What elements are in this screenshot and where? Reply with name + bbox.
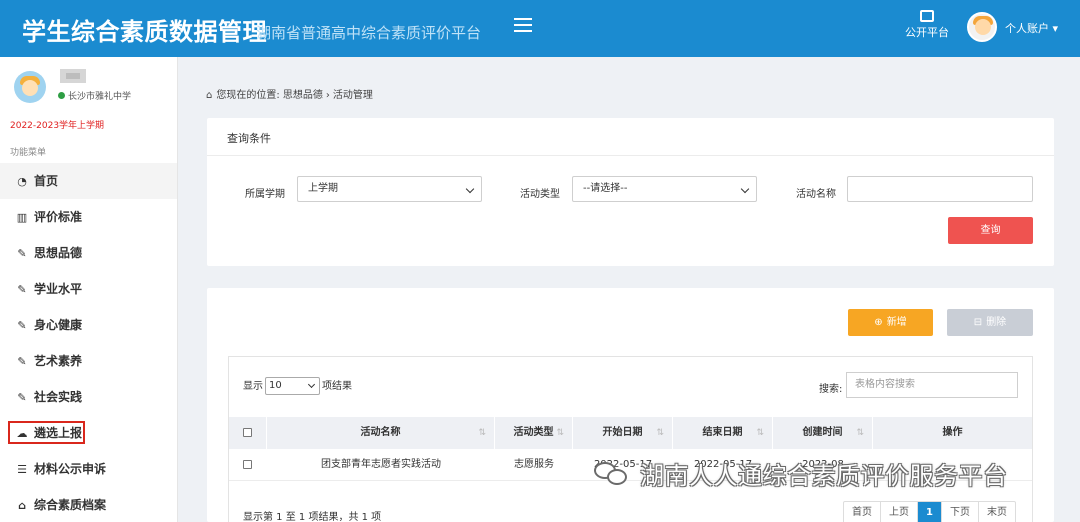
- breadcrumb: ⌂ 您现在的位置: 思想品德 › 活动管理: [206, 90, 373, 101]
- sidebar-item-home[interactable]: ◔ 首页: [0, 163, 177, 199]
- graduation-cap-icon: ⌂: [18, 499, 26, 512]
- sort-icon: ⇅: [856, 428, 864, 438]
- sidebar-item-publicity-appeal[interactable]: ☰ 材料公示申诉: [0, 451, 177, 487]
- app-subtitle: 湖南省普通高中综合素质评价平台: [256, 24, 482, 42]
- sidebar: 长沙市雅礼中学 2022-2023学年上学期 功能菜单 ◔ 首页 ▥ 评价标准 ✎ 思…: [0, 57, 178, 522]
- search-label: 搜索:: [819, 384, 843, 395]
- list-icon: ☰: [17, 463, 27, 476]
- delete-button[interactable]: ⊟ 删除: [947, 309, 1033, 336]
- cell-activity-type: 志愿服务: [514, 459, 554, 470]
- dashboard-icon: ◔: [17, 175, 27, 188]
- col-end-date[interactable]: 结束日期 ⇅: [673, 417, 773, 449]
- sidebar-item-academic[interactable]: ✎ 学业水平: [0, 271, 177, 307]
- user-school: 长沙市雅礼中学: [58, 89, 131, 102]
- table-header: 活动名称 ⇅ 活动类型 ⇅ 开始日期 ⇅ 结束日期 ⇅ 创建时间 ⇅ 操作: [229, 417, 1032, 449]
- page-next[interactable]: 下页: [942, 502, 979, 522]
- sidebar-item-profile-archive[interactable]: ⌂ 综合素质档案: [0, 487, 177, 522]
- menu-title: 功能菜单: [10, 148, 47, 158]
- public-platform-button[interactable]: 公开平台: [902, 10, 952, 40]
- sidebar-item-standards[interactable]: ▥ 评价标准: [0, 199, 177, 235]
- row-checkbox[interactable]: [243, 460, 252, 469]
- sidebar-item-selection-report[interactable]: ☁ 遴选上报: [0, 415, 177, 451]
- edit-icon: ✎: [17, 319, 27, 332]
- public-platform-label: 公开平台: [905, 26, 949, 39]
- col-created-time[interactable]: 创建时间 ⇅: [773, 417, 873, 449]
- pagination: 首页 上页 1 下页 末页: [843, 501, 1016, 522]
- page-length-control: 显示 10 项结果: [243, 377, 352, 395]
- sidebar-item-moral[interactable]: ✎ 思想品德: [0, 235, 177, 271]
- map-icon: ▥: [16, 211, 28, 224]
- add-file-icon: ⊕: [874, 317, 883, 328]
- col-activity-name[interactable]: 活动名称 ⇅: [267, 417, 495, 449]
- edit-icon: ✎: [17, 247, 27, 260]
- menu-toggle-icon[interactable]: [514, 18, 532, 34]
- sort-icon: ⇅: [556, 428, 564, 438]
- select-all-checkbox[interactable]: [243, 428, 252, 437]
- sidebar-item-arts[interactable]: ✎ 艺术素养: [0, 343, 177, 379]
- select-all-cell: [229, 417, 267, 449]
- account-label: 个人账户 ▾: [1005, 22, 1059, 35]
- edit-icon: ✎: [17, 355, 27, 368]
- semester-select[interactable]: 上学期: [297, 176, 482, 202]
- app-title: 学生综合素质数据管理: [22, 18, 267, 46]
- top-header: 学生综合素质数据管理 湖南省普通高中综合素质评价平台 公开平台 个人账户 ▾: [0, 0, 1080, 57]
- chevron-down-icon: [307, 380, 316, 389]
- table-info: 显示第 1 至 1 项结果，共 1 项: [243, 512, 382, 522]
- chevron-down-icon: [465, 184, 475, 194]
- edit-icon: ✎: [17, 391, 27, 404]
- user-avatar: [14, 71, 46, 103]
- blurred-username: [60, 69, 86, 83]
- col-start-date[interactable]: 开始日期 ⇅: [573, 417, 673, 449]
- current-semester: 2022-2023学年上学期: [10, 121, 105, 131]
- monitor-icon: [920, 10, 934, 22]
- col-activity-type[interactable]: 活动类型 ⇅: [495, 417, 573, 449]
- activity-name-input[interactable]: [847, 176, 1033, 202]
- table-wrapper: 显示 10 项结果 搜索: 表格内容搜索 活动名称 ⇅ 活动类型 ⇅ 开始日期 ⇅ 结束日…: [228, 356, 1033, 522]
- query-panel: 查询条件 所属学期 上学期 活动类型 --请选择-- 活动名称 查询: [207, 118, 1054, 266]
- sidebar-item-health[interactable]: ✎ 身心健康: [0, 307, 177, 343]
- avatar: [967, 12, 997, 42]
- chevron-down-icon: [740, 184, 750, 194]
- sort-icon: ⇅: [478, 428, 486, 438]
- wechat-logo-icon: [594, 458, 632, 488]
- sidebar-item-practice[interactable]: ✎ 社会实践: [0, 379, 177, 415]
- query-title: 查询条件: [227, 132, 271, 145]
- online-status-icon: [58, 92, 65, 99]
- activity-type-label: 活动类型: [520, 189, 560, 200]
- page-length-select[interactable]: 10: [265, 377, 320, 395]
- edit-icon: ✎: [17, 283, 27, 296]
- query-button[interactable]: 查询: [948, 217, 1033, 244]
- table-search-input[interactable]: 表格内容搜索: [846, 372, 1018, 398]
- watermark: 湖南人人通综合素质评价服务平台: [594, 456, 1008, 491]
- activity-name-label: 活动名称: [796, 189, 836, 200]
- page-current[interactable]: 1: [918, 502, 942, 522]
- breadcrumb-current: 活动管理: [332, 90, 373, 101]
- page-first[interactable]: 首页: [844, 502, 881, 522]
- col-actions: 操作: [942, 427, 963, 438]
- sort-icon: ⇅: [656, 428, 664, 438]
- activity-type-select[interactable]: --请选择--: [572, 176, 757, 202]
- sort-icon: ⇅: [756, 428, 764, 438]
- sidebar-nav: ◔ 首页 ▥ 评价标准 ✎ 思想品德 ✎ 学业水平 ✎ 身心健康 ✎ 艺术素养 ✎ 社会实践 …: [0, 163, 177, 522]
- page-last[interactable]: 末页: [979, 502, 1015, 522]
- cell-activity-name: 团支部青年志愿者实践活动: [321, 459, 441, 470]
- highlight-box: [8, 421, 85, 444]
- page-prev[interactable]: 上页: [881, 502, 918, 522]
- semester-label: 所属学期: [245, 189, 285, 200]
- trash-icon: ⊟: [973, 317, 983, 328]
- home-icon: ⌂: [206, 90, 213, 101]
- add-button[interactable]: ⊕ 新增: [848, 309, 933, 336]
- breadcrumb-parent[interactable]: 思想品德: [283, 90, 323, 101]
- divider: [207, 155, 1054, 156]
